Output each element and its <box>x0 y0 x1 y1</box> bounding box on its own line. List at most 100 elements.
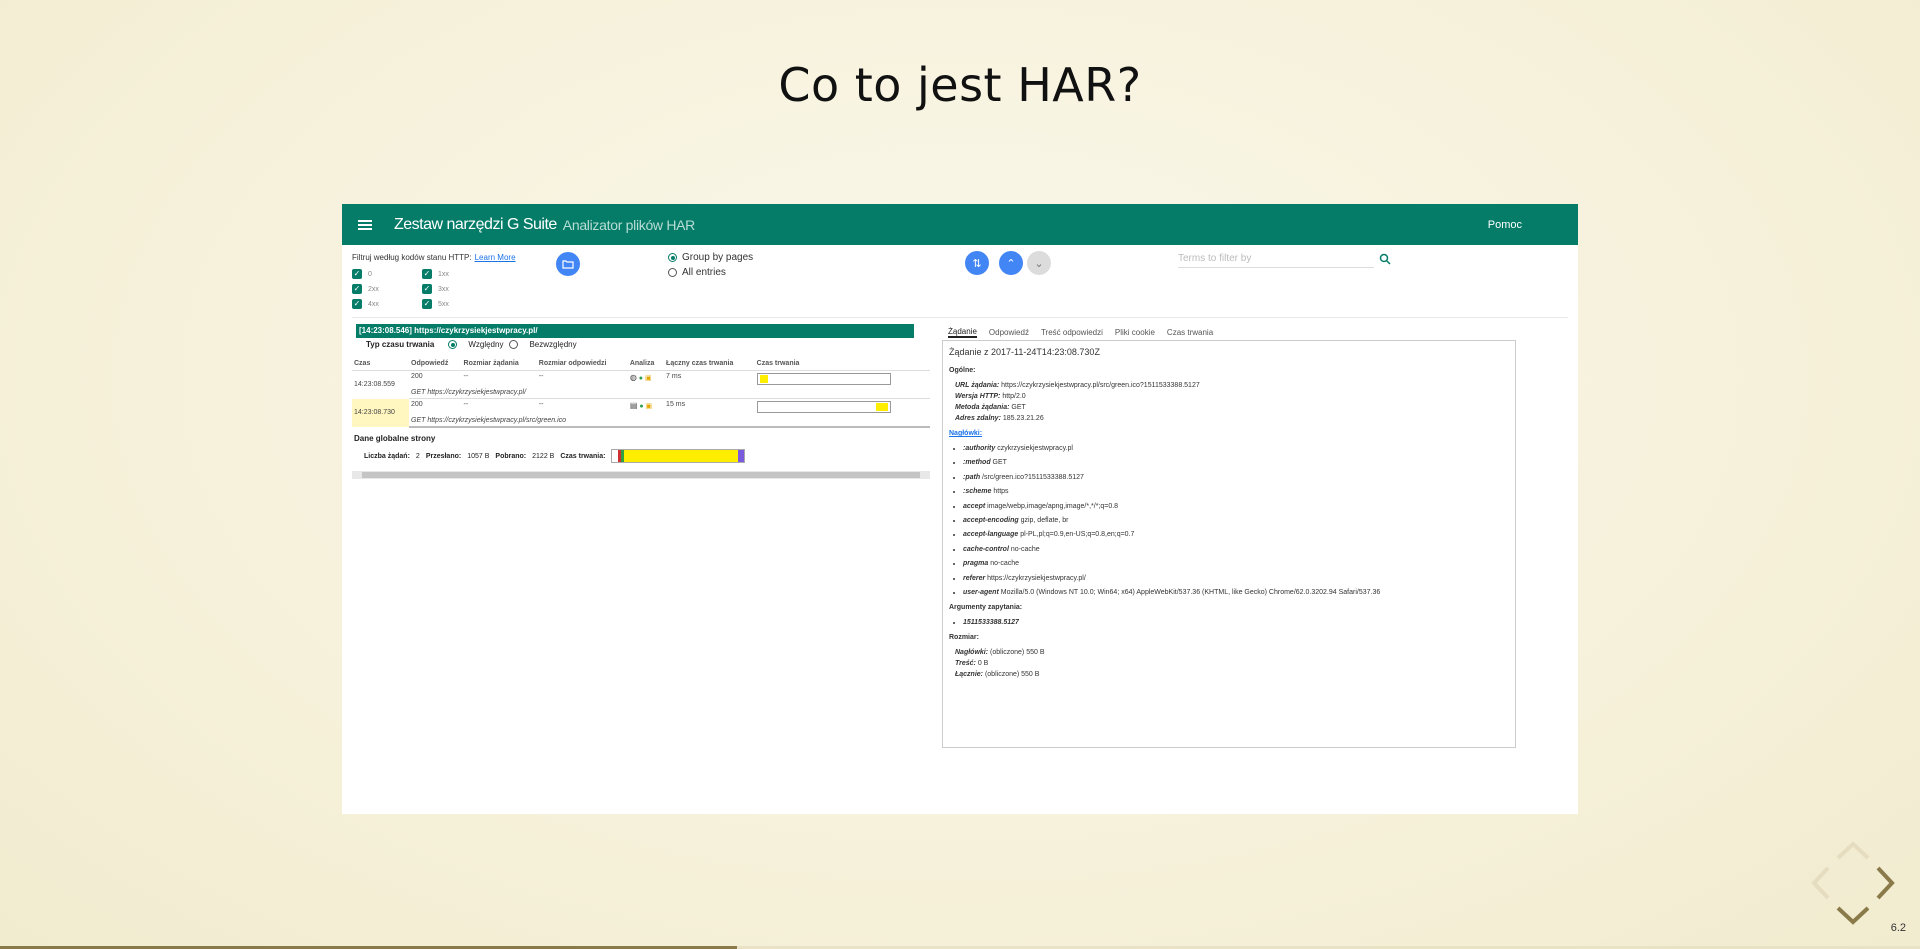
radio-icon <box>668 268 677 277</box>
general-value: http/2.0 <box>1000 393 1026 400</box>
requests-table: Czas Odpowiedź Rozmiar żądania Rozmiar o… <box>352 357 930 428</box>
general-value: 185.23.21.26 <box>1000 415 1044 422</box>
size-key: Łącznie: <box>955 670 984 678</box>
nav-up-icon[interactable] <box>1836 841 1870 860</box>
header-item: pragma no-cache <box>963 560 1509 567</box>
search-input[interactable]: Terms to filter by <box>1178 253 1374 268</box>
success-icon: ● <box>638 375 643 382</box>
header-value: Mozilla/5.0 (Windows NT 10.0; Win64; x64… <box>998 588 1381 596</box>
timing-type-label: Typ czasu trwania <box>366 340 435 349</box>
tab-timing[interactable]: Czas trwania <box>1167 328 1213 337</box>
size-item: Łącznie: (obliczone) 550 B <box>955 671 1509 678</box>
general-item: Adres zdalny: 185.23.21.26 <box>955 415 1509 422</box>
column-header[interactable]: Rozmiar żądania <box>461 357 537 371</box>
header-key: cache-control <box>963 545 1009 553</box>
general-item: Wersja HTTP: http/2.0 <box>955 393 1509 400</box>
expand-button[interactable]: ⌄ <box>1027 251 1051 275</box>
tab-cookies[interactable]: Pliki cookie <box>1115 328 1155 337</box>
table-row[interactable]: 14:23:08.559 200 -- -- ◍ ● ▣ 7 ms <box>352 371 930 388</box>
har-analyzer-screenshot: Zestaw narzędzi G Suite Analizator plikó… <box>342 204 1578 814</box>
column-header[interactable]: Rozmiar odpowiedzi <box>536 357 628 371</box>
filter-checkbox-4xx[interactable]: ✓ 4xx <box>352 299 379 309</box>
filter-checkbox-2xx[interactable]: ✓ 2xx <box>352 284 379 294</box>
nav-left-icon[interactable] <box>1811 866 1830 900</box>
general-item: URL żądania: https://czykrzysiekjestwpra… <box>955 382 1509 389</box>
header-value: https <box>991 488 1009 496</box>
column-header[interactable]: Łączny czas trwania <box>664 357 755 371</box>
check-icon: ✓ <box>352 299 362 309</box>
sent-label: Przesłano: <box>425 452 462 460</box>
table-row-url: GET https://czykrzysiekjestwpracy.pl/src… <box>352 415 930 428</box>
radio-selected-icon <box>668 253 677 262</box>
scrollbar-thumb[interactable] <box>362 472 920 478</box>
learn-more-link[interactable]: Learn More <box>475 253 516 262</box>
tab-response[interactable]: Odpowiedź <box>989 328 1029 337</box>
all-entries-option[interactable]: All entries <box>668 267 726 278</box>
headers-list: :authority czykrzysiekjestwpracy.pl:meth… <box>949 445 1509 596</box>
header-item: :method GET <box>963 459 1509 466</box>
radio-selected-icon[interactable] <box>448 340 458 349</box>
check-icon: ✓ <box>422 284 432 294</box>
nav-right-icon[interactable] <box>1876 866 1895 900</box>
image-icon: ▤ <box>629 401 638 410</box>
sort-button[interactable]: ⇅ <box>965 251 989 275</box>
filter-code-label: 2xx <box>368 285 379 293</box>
timeline-segment <box>760 375 769 383</box>
collapse-button[interactable]: ⌃ <box>999 251 1023 275</box>
check-icon: ✓ <box>352 269 362 279</box>
timeline-cell <box>755 399 930 416</box>
size-key: Treść: <box>955 659 976 667</box>
column-header[interactable]: Czas trwania <box>754 357 930 371</box>
general-key: Adres zdalny: <box>955 415 1001 422</box>
horizontal-scrollbar[interactable] <box>352 471 930 479</box>
column-header[interactable]: Odpowiedź <box>409 357 462 371</box>
recv-value: 2122 B <box>532 452 555 460</box>
header-value: image/webp,image/apng,image/*,*/*;q=0.8 <box>985 502 1119 510</box>
folder-icon <box>562 260 574 269</box>
filter-checkbox-3xx[interactable]: ✓ 3xx <box>422 284 449 294</box>
entry-req-size: -- <box>463 373 469 380</box>
globe-icon: ◍ <box>629 373 637 382</box>
general-list: URL żądania: https://czykrzysiekjestwpra… <box>949 382 1509 422</box>
app-header: Zestaw narzędzi G Suite Analizator plikó… <box>342 204 1578 245</box>
table-row-url: GET https://czykrzysiekjestwpracy.pl/ <box>352 387 930 399</box>
entry-time: 14:23:08.730 <box>352 398 409 427</box>
slide-title: Co to jest HAR? <box>778 58 1142 112</box>
column-header[interactable]: Czas <box>352 357 409 371</box>
header-item: :scheme https <box>963 488 1509 495</box>
column-header[interactable]: Analiza <box>627 357 665 371</box>
entries-pane: [14:23:08.546] https://czykrzysiekjestwp… <box>352 324 930 479</box>
help-link[interactable]: Pomoc <box>1488 219 1522 231</box>
timing-option-absolute[interactable]: Bezwzględny <box>529 340 576 349</box>
timeline-bar <box>756 401 891 413</box>
tab-response-body[interactable]: Treść odpowiedzi <box>1041 328 1103 337</box>
header-value: /src/green.ico?1511533388.5127 <box>980 473 1084 481</box>
radio-icon[interactable] <box>509 340 519 349</box>
header-key: pragma <box>963 560 989 568</box>
general-value: GET <box>1009 404 1026 411</box>
headers-link[interactable]: Nagłówki: <box>949 430 982 437</box>
filter-checkbox-5xx[interactable]: ✓ 5xx <box>422 299 449 309</box>
swap-vertical-icon: ⇅ <box>972 257 982 270</box>
filter-checkbox-1xx[interactable]: ✓ 1xx <box>422 269 449 279</box>
hamburger-menu-icon[interactable] <box>358 219 372 230</box>
entry-resp-size: -- <box>538 373 544 380</box>
timing-option-relative[interactable]: Względny <box>468 340 503 349</box>
nav-down-icon[interactable] <box>1836 906 1870 925</box>
filter-label-text: Filtruj według kodów stanu HTTP: <box>352 253 472 262</box>
open-file-button[interactable] <box>556 252 580 276</box>
globals-row: Liczba żądań: 2 Przesłano: 1057 B Pobrano:… <box>364 449 930 463</box>
tab-request[interactable]: Żądanie <box>948 327 977 338</box>
analysis-icons: ▤ ● ▣ <box>628 399 664 416</box>
group-by-pages-option[interactable]: Group by pages <box>668 252 753 263</box>
check-icon: ✓ <box>352 284 362 294</box>
page-header[interactable]: [14:23:08.546] https://czykrzysiekjestwp… <box>356 324 914 338</box>
count-label: Liczba żądań: <box>364 452 410 460</box>
search-icon[interactable] <box>1379 253 1391 265</box>
recv-label: Pobrano: <box>495 452 527 460</box>
header-item: user-agent Mozilla/5.0 (Windows NT 10.0;… <box>963 589 1509 596</box>
header-key: user-agent <box>963 588 999 596</box>
filter-checkbox-0[interactable]: ✓ 0 <box>352 269 372 279</box>
entry-req-size: -- <box>463 401 469 408</box>
table-row[interactable]: 14:23:08.730 200 -- -- ▤ ● ▣ 15 ms <box>352 398 930 427</box>
